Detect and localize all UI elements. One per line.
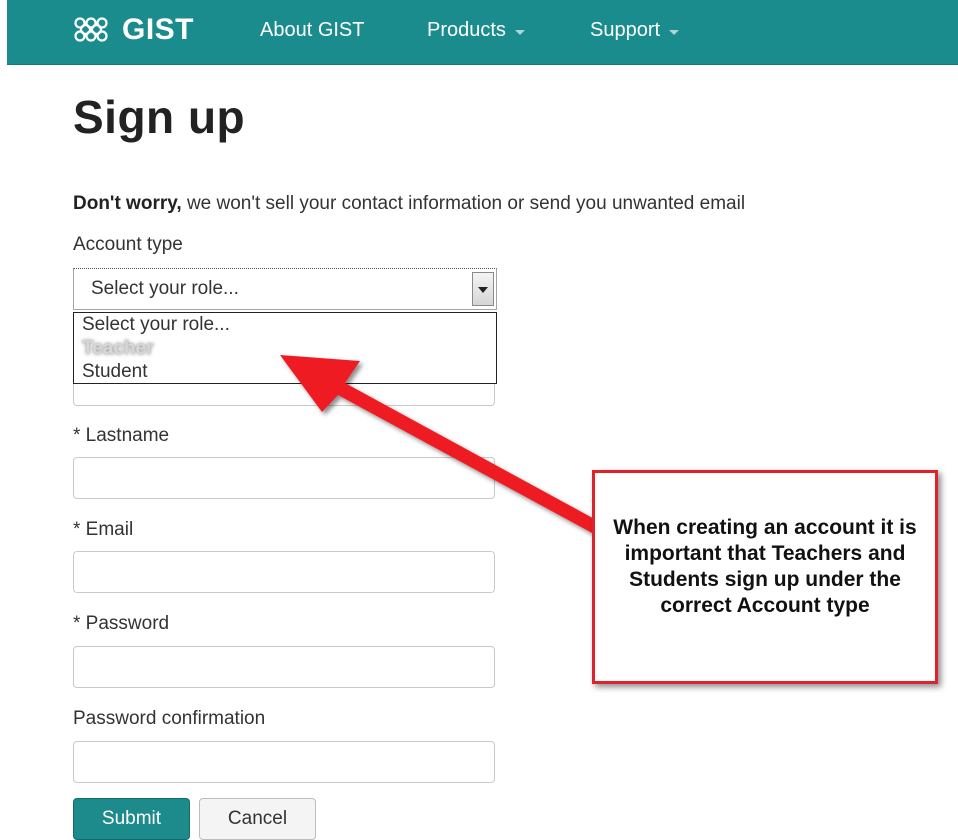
submit-button[interactable]: Submit xyxy=(73,798,190,840)
password-input[interactable] xyxy=(73,646,495,688)
password-confirmation-label: Password confirmation xyxy=(73,708,266,729)
account-type-options-list: Select your role... Teacher Student xyxy=(73,312,497,384)
nav-about-gist[interactable]: About GIST xyxy=(260,19,365,42)
nav-products[interactable]: Products xyxy=(427,19,525,42)
privacy-notice-bold: Don't worry, xyxy=(73,193,182,214)
account-type-selected-value: Select your role... xyxy=(91,278,239,299)
cancel-button[interactable]: Cancel xyxy=(199,798,316,840)
gist-logo-icon xyxy=(74,17,108,42)
annotation-callout: When creating an account it is important… xyxy=(592,470,938,684)
navbar: GIST About GIST Products Support xyxy=(7,0,958,65)
nav-support-label: Support xyxy=(590,19,661,41)
account-type-label: Account type xyxy=(73,234,183,255)
nav-support[interactable]: Support xyxy=(590,19,680,42)
lastname-label: * Lastname xyxy=(73,425,170,446)
page-title: Sign up xyxy=(73,91,246,143)
brand-name: GIST xyxy=(122,13,195,46)
account-type-select[interactable]: Select your role... xyxy=(73,268,497,310)
option-teacher[interactable]: Teacher xyxy=(82,338,153,360)
chevron-down-icon xyxy=(514,29,525,35)
email-label: * Email xyxy=(73,519,134,540)
privacy-notice: Don't worry, we won't sell your contact … xyxy=(73,193,745,215)
chevron-down-icon xyxy=(669,29,680,35)
nav-products-label: Products xyxy=(427,19,506,41)
password-label: * Password xyxy=(73,613,170,634)
brand-logo[interactable]: GIST xyxy=(73,13,194,47)
option-student[interactable]: Student xyxy=(82,361,148,383)
lastname-input[interactable] xyxy=(73,457,495,499)
dropdown-arrow-icon[interactable] xyxy=(472,272,494,306)
nav-about-gist-label: About GIST xyxy=(260,19,365,41)
privacy-notice-text: we won't sell your contact information o… xyxy=(181,193,746,214)
option-select-role[interactable]: Select your role... xyxy=(82,314,230,336)
password-confirmation-input[interactable] xyxy=(73,741,495,783)
annotation-callout-text: When creating an account it is important… xyxy=(613,516,917,617)
email-input[interactable] xyxy=(73,551,495,593)
